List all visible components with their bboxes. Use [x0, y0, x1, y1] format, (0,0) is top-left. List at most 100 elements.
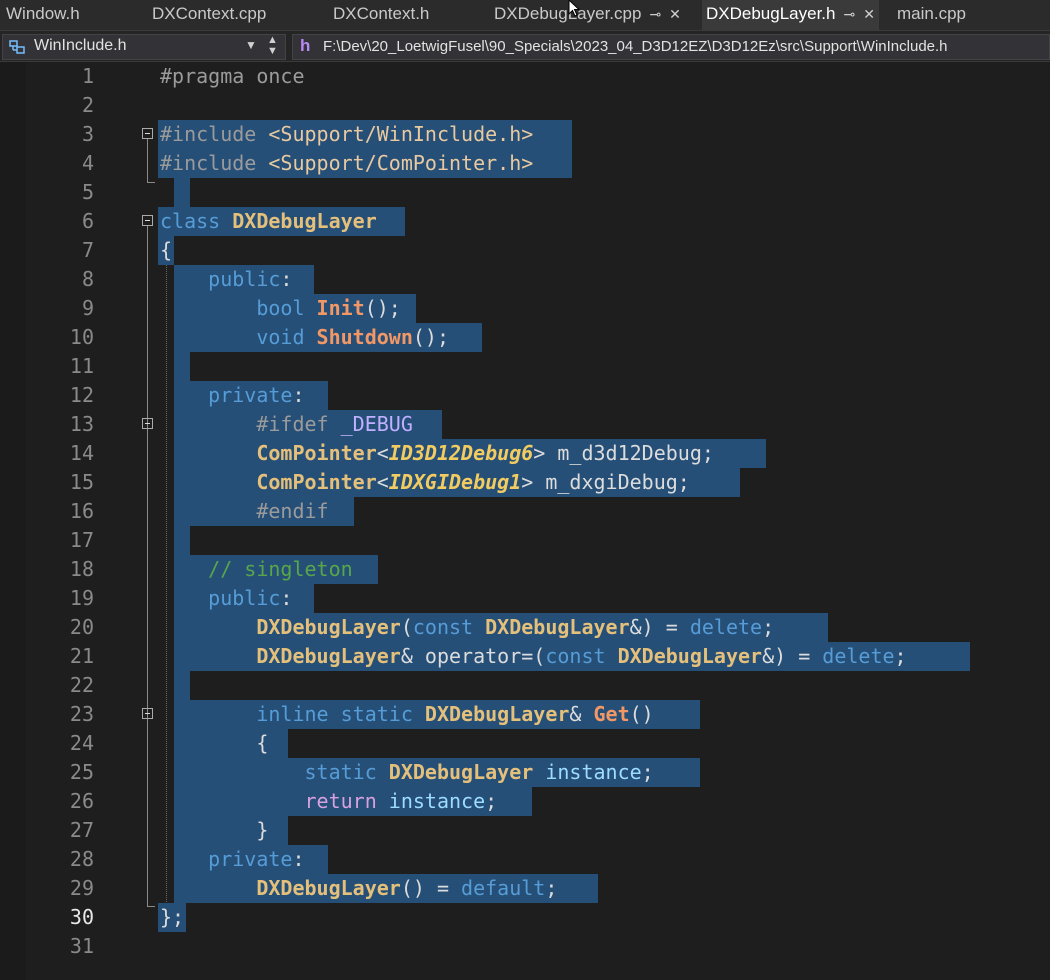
line-number: 5 [81, 180, 94, 204]
line-number: 1 [81, 64, 94, 88]
split-spinner-icon[interactable]: ▲ ▼ [267, 35, 278, 57]
line-number: 9 [81, 296, 94, 320]
line-number: 20 [69, 615, 94, 639]
line-number: 21 [69, 644, 94, 668]
code-line: 23 inline static DXDebugLayer& Get() [0, 700, 1050, 729]
collapse-icon[interactable] [142, 215, 153, 226]
line-number: 26 [69, 789, 94, 813]
code-line: 28 private: [0, 845, 1050, 874]
mouse-cursor-icon [568, 0, 581, 17]
line-text: DXDebugLayer() = default; [256, 876, 558, 900]
line-number: 23 [69, 702, 94, 726]
code-line: 18 // singleton [0, 555, 1050, 584]
file-path: F:\Dev\20_LoetwigFusel\90_Specials\2023_… [323, 38, 948, 55]
code-line: 21 DXDebugLayer& operator=(const DXDebug… [0, 642, 1050, 671]
code-line: 20 DXDebugLayer(const DXDebugLayer&) = d… [0, 613, 1050, 642]
line-text: #include <Support/WinInclude.h> [160, 122, 534, 146]
code-line: 29 DXDebugLayer() = default; [0, 874, 1050, 903]
chevron-down-icon[interactable]: ▼ [245, 38, 257, 52]
code-line: 25 static DXDebugLayer instance; [0, 758, 1050, 787]
scope-label: WinInclude.h [34, 37, 127, 54]
tab-dxdebuglayer-h[interactable]: DXDebugLayer.h ⊸ ✕ [702, 0, 879, 30]
close-icon[interactable]: ✕ [669, 6, 681, 22]
line-number: 29 [69, 876, 94, 900]
code-line: 5 [0, 178, 1050, 207]
line-number: 22 [69, 673, 94, 697]
line-text: void Shutdown(); [256, 325, 449, 349]
line-number: 18 [69, 557, 94, 581]
line-number: 6 [81, 209, 94, 233]
code-line: 12 private: [0, 381, 1050, 410]
selection-highlight [174, 671, 190, 700]
line-text: private: [208, 847, 305, 871]
line-text: ComPointer<ID3D12Debug6> m_d3d12Debug; [256, 441, 714, 465]
line-number: 17 [69, 528, 94, 552]
line-text: static DXDebugLayer instance; [304, 760, 654, 784]
code-line: 16 #endif [0, 497, 1050, 526]
code-line: 4 #include <Support/ComPointer.h> [0, 149, 1050, 178]
code-line: 9 bool Init(); [0, 294, 1050, 323]
line-number: 14 [69, 441, 94, 465]
line-text: inline static DXDebugLayer& Get() [256, 702, 654, 726]
code-line-current: 30 }; [0, 903, 1050, 932]
line-text: { [160, 238, 173, 262]
collapse-icon[interactable] [142, 708, 153, 719]
code-line: 24 { [0, 729, 1050, 758]
code-editor[interactable]: 1 #pragma once 2 3 #include <Support/Win… [0, 62, 1050, 980]
line-text: #pragma once [160, 64, 305, 88]
namespace-icon [9, 40, 25, 54]
line-number: 31 [69, 934, 94, 958]
line-number: 25 [69, 760, 94, 784]
pin-icon[interactable]: ⊸ [843, 6, 855, 22]
line-text: return instance; [304, 789, 498, 813]
code-line: 17 [0, 526, 1050, 555]
line-text: #endif [256, 499, 329, 523]
line-text: private: [208, 383, 305, 407]
code-line: 8 public: [0, 265, 1050, 294]
tab-dxdebuglayer-cpp[interactable]: DXDebugLayer.cpp ⊸ ✕ [494, 0, 681, 30]
tab-dxcontext-h[interactable]: DXContext.h [333, 0, 429, 30]
line-text: public: [208, 267, 293, 291]
tab-window-h[interactable]: Window.h [6, 0, 80, 30]
selection-highlight [174, 352, 190, 381]
line-text: // singleton [208, 557, 353, 581]
line-number: 11 [69, 354, 94, 378]
collapse-icon[interactable] [142, 418, 153, 429]
tab-dxcontext-cpp[interactable]: DXContext.cpp [152, 0, 266, 30]
line-number: 15 [69, 470, 94, 494]
collapse-icon[interactable] [142, 128, 153, 139]
line-text: DXDebugLayer& operator=(const DXDebugLay… [256, 644, 907, 668]
code-line: 6 class DXDebugLayer [0, 207, 1050, 236]
navigation-bar: WinInclude.h ▼ ▲ ▼ h F:\Dev\20_LoetwigFus… [0, 31, 1050, 62]
tab-main-cpp[interactable]: main.cpp [897, 0, 966, 30]
line-text: #include <Support/ComPointer.h> [160, 151, 534, 175]
document-tab-bar: Window.h DXContext.cpp DXContext.h DXDeb… [0, 0, 1050, 31]
close-icon[interactable]: ✕ [863, 6, 875, 22]
selection-highlight [174, 526, 190, 555]
line-number: 4 [81, 151, 94, 175]
line-number: 3 [81, 122, 94, 146]
code-line: 27 } [0, 816, 1050, 845]
code-line: 19 public: [0, 584, 1050, 613]
line-text: }; [160, 905, 185, 929]
line-number: 24 [69, 731, 94, 755]
scope-dropdown[interactable]: WinInclude.h ▼ ▲ ▼ [2, 34, 286, 60]
line-number: 10 [69, 325, 94, 349]
code-line: 11 [0, 352, 1050, 381]
pin-icon[interactable]: ⊸ [649, 6, 661, 22]
line-text: DXDebugLayer(const DXDebugLayer&) = dele… [256, 615, 775, 639]
header-file-icon: h [300, 36, 311, 55]
code-line: 1 #pragma once [0, 62, 1050, 91]
code-line: 3 #include <Support/WinInclude.h> [0, 120, 1050, 149]
line-number: 7 [81, 238, 94, 262]
line-text: #ifdef _DEBUG [256, 412, 413, 436]
line-number: 16 [69, 499, 94, 523]
line-number: 19 [69, 586, 94, 610]
file-path-box[interactable]: h F:\Dev\20_LoetwigFusel\90_Specials\202… [292, 34, 1050, 60]
code-line: 2 [0, 91, 1050, 120]
code-line: 22 [0, 671, 1050, 700]
line-number: 28 [69, 847, 94, 871]
line-number: 8 [81, 267, 94, 291]
line-number: 13 [69, 412, 94, 436]
code-line: 10 void Shutdown(); [0, 323, 1050, 352]
